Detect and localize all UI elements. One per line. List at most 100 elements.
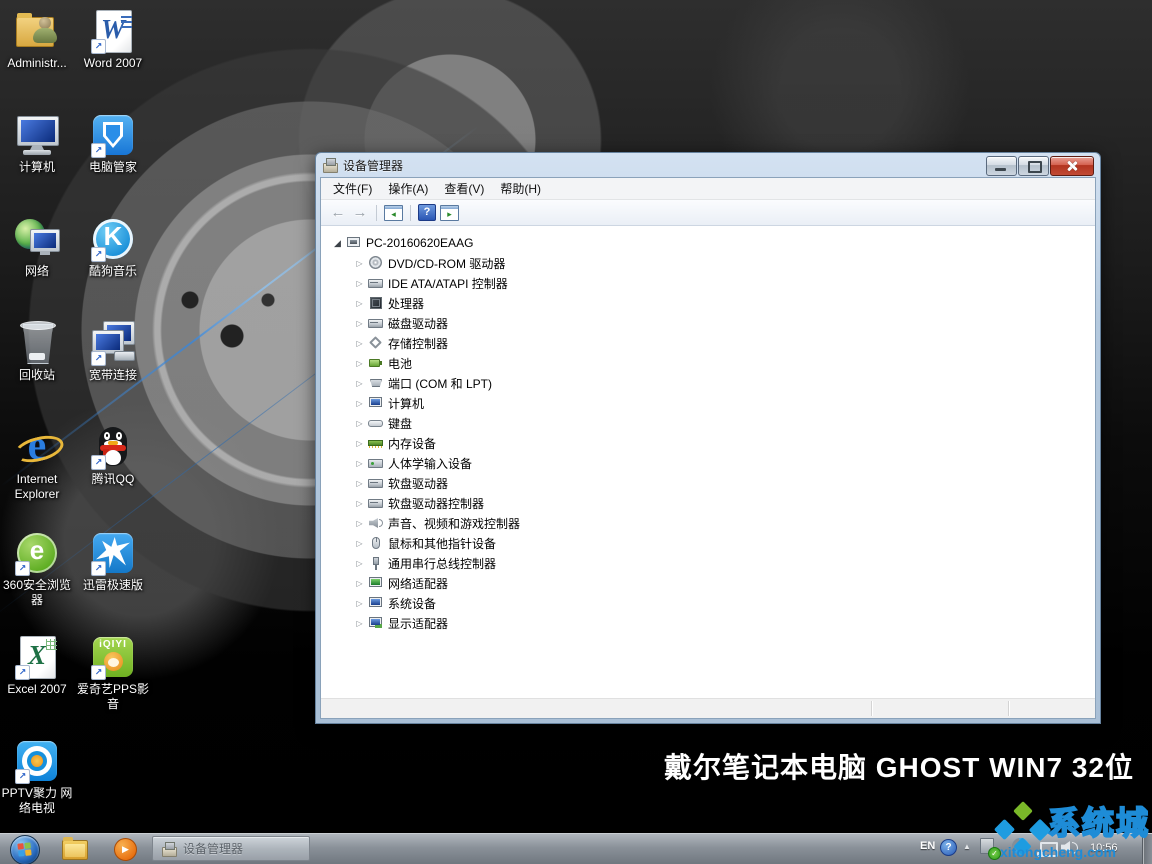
icon-label: 网络 [0,264,74,279]
icon-label: 宽带连接 [76,368,150,383]
chevron-right-icon[interactable]: ▷ [353,259,366,268]
forward-icon[interactable]: → [351,204,369,221]
chevron-right-icon[interactable]: ▷ [353,399,366,408]
device-manager-icon [161,842,177,856]
desktop-icon-recycle-bin[interactable]: 回收站 [0,320,74,383]
tree-item-processor[interactable]: ▷ 处理器 [331,293,1095,313]
internet-explorer-icon: e [14,424,60,470]
shortcut-arrow-icon: ↗ [15,665,30,680]
close-button[interactable] [1050,156,1094,176]
desktop-icon-word-2007[interactable]: W ↗ Word 2007 [76,8,150,71]
menu-help[interactable]: 帮助(H) [492,178,549,199]
chevron-right-icon[interactable]: ▷ [353,559,366,568]
desktop-icon-360-browser[interactable]: e ↗ 360安全浏览器 [0,530,74,608]
desktop-icon-network[interactable]: 网络 [0,216,74,279]
media-player-taskbar-icon[interactable]: ▶ [114,838,137,861]
menu-action[interactable]: 操作(A) [380,178,436,199]
tree-item-disk[interactable]: ▷ 磁盘驱动器 [331,313,1095,333]
tree-item-ide[interactable]: ▷ IDE ATA/ATAPI 控制器 [331,273,1095,293]
tree-item-dvd[interactable]: ▷ DVD/CD-ROM 驱动器 [331,253,1095,273]
display-adapter-icon [368,616,384,630]
chevron-right-icon[interactable]: ▷ [353,379,366,388]
kugou-icon: K ↗ [90,216,136,262]
storage-controller-icon [368,336,384,350]
chevron-right-icon[interactable]: ▷ [353,439,366,448]
recycle-bin-icon [14,320,60,366]
chevron-right-icon[interactable]: ▷ [353,419,366,428]
chevron-right-icon[interactable]: ▷ [353,579,366,588]
desktop-icon-thunder[interactable]: ↗ 迅雷极速版 [76,530,150,593]
chevron-expanded-icon[interactable]: ◢ [331,238,344,249]
processor-icon [368,296,384,310]
desktop-icon-broadband[interactable]: ↗ 宽带连接 [76,320,150,383]
tree-item-display-adapter[interactable]: ▷ 显示适配器 [331,613,1095,633]
computer-root-icon [346,236,362,250]
desktop-icon-kugou[interactable]: K ↗ 酷狗音乐 [76,216,150,279]
chevron-right-icon[interactable]: ▷ [353,479,366,488]
chevron-right-icon[interactable]: ▷ [353,499,366,508]
hidden-icons-chevron[interactable]: ▲ [963,842,971,851]
tree-item-audio[interactable]: ▷ 声音、视频和游戏控制器 [331,513,1095,533]
battery-icon [368,356,384,370]
menu-file[interactable]: 文件(F) [325,178,380,199]
tree-item-floppy-drive[interactable]: ▷ 软盘驱动器 [331,473,1095,493]
system-devices-icon [368,596,384,610]
qq-penguin-icon: ↗ [90,424,136,470]
title-bar[interactable]: 设备管理器 [316,153,1100,177]
device-manager-icon [322,158,338,172]
tree-item-storage[interactable]: ▷ 存储控制器 [331,333,1095,353]
desktop-icon-computer[interactable]: 计算机 [0,112,74,175]
edition-banner: 戴尔笔记本电脑 GHOST WIN7 32位 [664,746,1134,786]
tree-item-memory[interactable]: ▷ 内存设备 [331,433,1095,453]
desktop-icon-pptv[interactable]: ↗ PPTV聚力 网络电视 [0,738,74,816]
minimize-button[interactable] [986,156,1017,176]
tree-item-system-devices[interactable]: ▷ 系统设备 [331,593,1095,613]
icon-label: Internet Explorer [0,472,74,502]
tree-item-usb[interactable]: ▷ 通用串行总线控制器 [331,553,1095,573]
shortcut-arrow-icon: ↗ [91,351,106,366]
chevron-right-icon[interactable]: ▷ [353,459,366,468]
icon-label: 计算机 [0,160,74,175]
tree-item-network-adapter[interactable]: ▷ 网络适配器 [331,573,1095,593]
tree-item-battery[interactable]: ▷ 电池 [331,353,1095,373]
network-adapter-icon [368,576,384,590]
back-icon[interactable]: ← [329,204,347,221]
language-indicator[interactable]: EN [920,840,935,852]
chevron-right-icon[interactable]: ▷ [353,359,366,368]
chevron-right-icon[interactable]: ▷ [353,299,366,308]
maximize-button[interactable] [1018,156,1049,176]
desktop-icon-qq[interactable]: ↗ 腾讯QQ [76,424,150,487]
tree-item-floppy-controller[interactable]: ▷ 软盘驱动器控制器 [331,493,1095,513]
chevron-right-icon[interactable]: ▷ [353,319,366,328]
console-tree-icon[interactable]: ◂ [384,205,403,221]
tree-item-ports[interactable]: ▷ 端口 (COM 和 LPT) [331,373,1095,393]
explorer-taskbar-icon[interactable] [62,840,88,860]
chevron-right-icon[interactable]: ▷ [353,279,366,288]
desktop-icon-administrator[interactable]: Administr... [0,8,74,71]
action-pane-icon[interactable]: ▸ [440,205,459,221]
chevron-right-icon[interactable]: ▷ [353,519,366,528]
menu-view[interactable]: 查看(V) [436,178,492,199]
tree-item-computer[interactable]: ▷ 计算机 [331,393,1095,413]
thunder-bird-icon: ↗ [90,530,136,576]
user-folder-icon [14,8,60,54]
desktop-icon-excel-2007[interactable]: X ↗ Excel 2007 [0,634,74,697]
chevron-right-icon[interactable]: ▷ [353,599,366,608]
chevron-right-icon[interactable]: ▷ [353,619,366,628]
toolbar-separator [410,205,411,221]
chevron-right-icon[interactable]: ▷ [353,539,366,548]
task-button-device-manager[interactable]: 设备管理器 [152,836,310,861]
desktop-icon-iqiyi-pps[interactable]: iQIYI ↗ 爱奇艺PPS影音 [76,634,150,712]
help-tray-icon[interactable]: ? [940,839,957,856]
help-icon[interactable]: ? [418,204,436,221]
chevron-right-icon[interactable]: ▷ [353,339,366,348]
desktop-icon-internet-explorer[interactable]: e Internet Explorer [0,424,74,502]
tree-root[interactable]: ◢ PC-20160620EAAG [331,233,1095,253]
tree-item-keyboard[interactable]: ▷ 键盘 [331,413,1095,433]
network-globe-icon [14,216,60,262]
start-button[interactable] [10,835,40,864]
desktop-icon-pc-manager[interactable]: ↗ 电脑管家 [76,112,150,175]
shortcut-arrow-icon: ↗ [91,247,106,262]
tree-item-mouse[interactable]: ▷ 鼠标和其他指针设备 [331,533,1095,553]
tree-item-hid[interactable]: ▷ 人体学输入设备 [331,453,1095,473]
